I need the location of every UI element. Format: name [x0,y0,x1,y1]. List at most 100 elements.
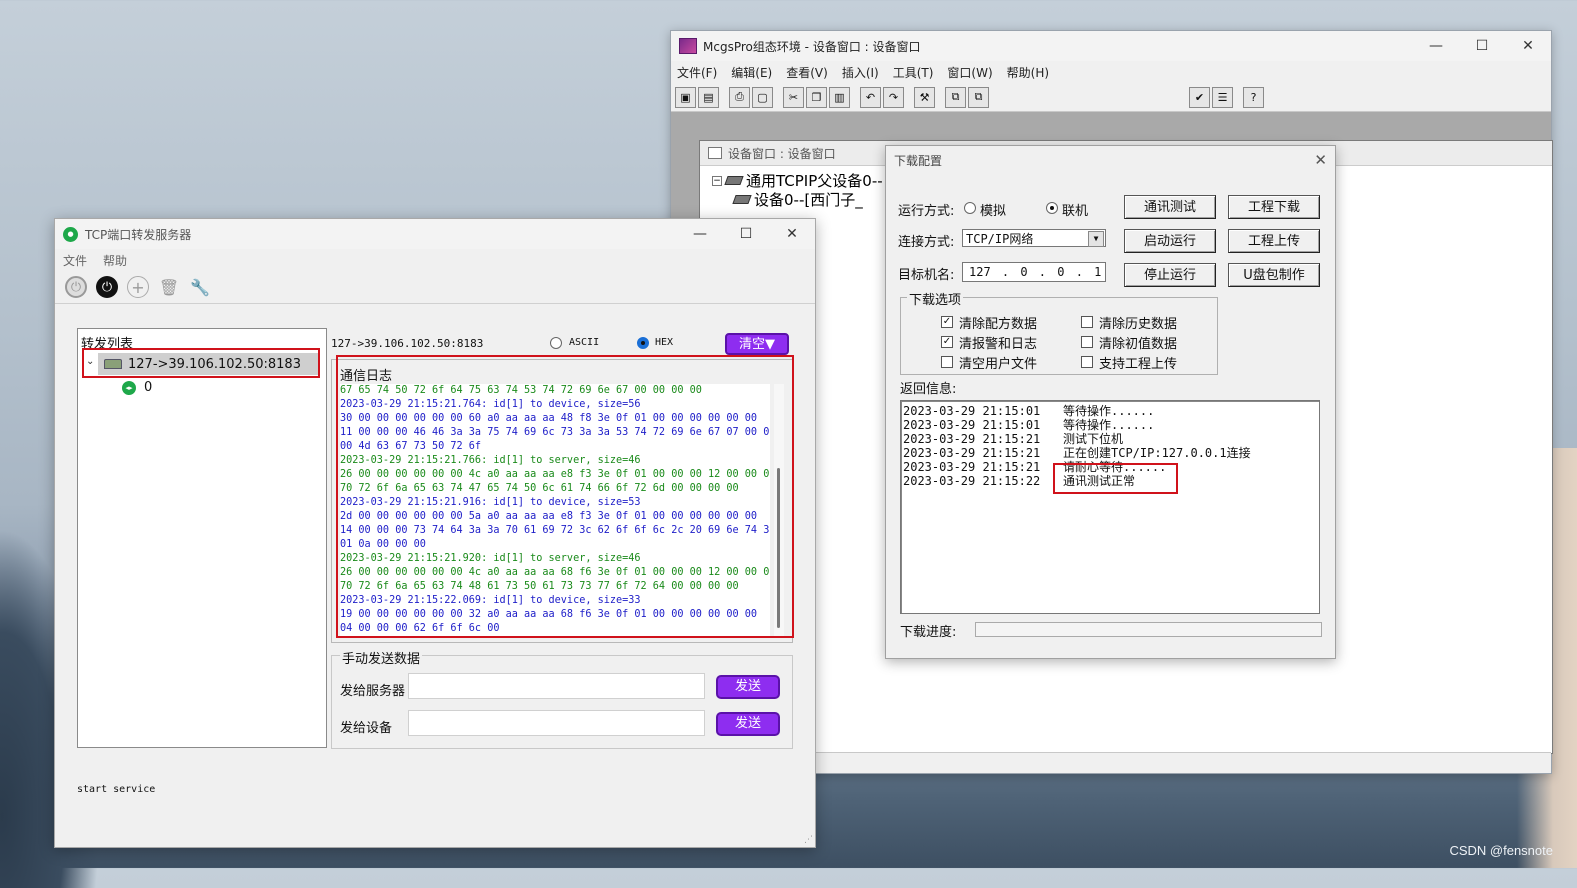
menu-edit[interactable]: 编辑(E) [731,64,772,81]
checkbox-clear-initial[interactable] [1081,336,1093,348]
project-upload-button[interactable]: 工程上传 [1228,229,1320,253]
forward-sub-item[interactable]: ◂▸ 0 [122,380,152,395]
menu-window[interactable]: 窗口(W) [947,64,992,81]
manual-send-title: 手动发送数据 [340,648,423,667]
project-download-button[interactable]: 工程下载 [1228,195,1320,219]
radio-ascii-label: ASCII [569,337,600,348]
new-window-icon[interactable]: ▣ [675,86,696,108]
checkbox-clear-history[interactable] [1081,316,1093,328]
cut-icon[interactable]: ✂ [783,86,804,108]
highlight-comm-ok [1053,463,1178,494]
resize-grip-icon[interactable]: ⋰ [804,835,813,845]
mcgs-title: McgsPro组态环境 - 设备窗口 : 设备窗口 [703,39,921,54]
menu-file[interactable]: 文件(F) [677,64,717,81]
highlight-forward-item [82,348,320,378]
usb-package-button[interactable]: U盘包制作 [1228,263,1320,287]
download-progress-label: 下载进度: [900,625,957,640]
device-icon [724,176,744,185]
wrench-icon[interactable]: 🔧 [189,276,211,298]
comm-test-button[interactable]: 通讯测试 [1124,195,1216,219]
tcp-app-icon: ● [63,226,78,242]
status-text: start service [77,784,156,795]
menu-help[interactable]: 帮助 [103,252,127,269]
mcgs-titlebar[interactable]: McgsPro组态环境 - 设备窗口 : 设备窗口 — ☐ ✕ [671,31,1551,61]
checkbox-clear-alarm[interactable]: ✓ [941,336,953,348]
start-run-button[interactable]: 启动运行 [1124,229,1216,253]
close-icon[interactable]: ✕ [1505,31,1551,61]
window-icon [708,147,722,159]
redo-icon[interactable]: ↷ [883,86,904,108]
radio-online-label: 联机 [1062,204,1089,219]
checkbox-clear-recipe[interactable]: ✓ [941,316,953,328]
device-tree: − 通用TCPIP父设备0-- 设备0--[西门子_ [712,171,883,209]
radio-hex[interactable] [637,337,649,349]
undo-icon[interactable]: ↶ [860,86,881,108]
check-icon[interactable]: ✔ [1189,86,1210,108]
copy-icon[interactable]: ❐ [806,86,827,108]
menu-file[interactable]: 文件 [63,252,87,269]
close-icon[interactable]: ✕ [1314,151,1327,169]
tree-child-device[interactable]: 设备0--[西门子_ [712,190,883,209]
close-icon[interactable]: ✕ [769,219,815,249]
radio-hex-label: HEX [655,337,674,348]
target-label: 目标机名: [898,268,955,283]
return-info-box[interactable]: 2023-03-29 21:15:01 等待操作...... 2023-03-29… [900,400,1320,614]
minimize-icon[interactable]: — [677,219,723,249]
download-config-dialog: 下载配置 ✕ 运行方式: 模拟 联机 连接方式: TCP/IP网络 ▼ 目标机名:… [885,145,1336,659]
clear-button[interactable]: 清空▼ [725,333,789,355]
save-icon[interactable]: ▤ [698,86,719,108]
print-preview-icon[interactable]: ▢ [752,86,773,108]
stop-run-button[interactable]: 停止运行 [1124,263,1216,287]
checkbox-clear-initial-label: 清除初值数据 [1099,337,1178,352]
dropdown-arrow-icon[interactable]: ▼ [1088,231,1104,247]
tcp-menubar: 文件 帮助 [55,249,815,271]
radio-online[interactable] [1046,202,1058,214]
tcp-forward-window: ● TCP端口转发服务器 — ☐ ✕ 文件 帮助 ⏻ ⏻ + 🗑 🔧 转发列表 … [54,218,816,848]
send-server-button[interactable]: 发送 [716,675,780,699]
send-device-input[interactable] [408,710,705,736]
send-server-input[interactable] [408,673,705,699]
download-options-title: 下载选项 [907,289,964,308]
menu-help[interactable]: 帮助(H) [1007,64,1049,81]
radio-simulate[interactable] [964,202,976,214]
run-mode-label: 运行方式: [898,204,955,219]
radio-ascii[interactable] [550,337,562,349]
checkbox-clear-user-files[interactable] [941,356,953,368]
add-icon[interactable]: + [127,276,149,298]
target-ip-field[interactable]: 127 . 0 . 0 . 1 [962,262,1106,282]
menu-tools[interactable]: 工具(T) [893,64,934,81]
tree-parent-device[interactable]: − 通用TCPIP父设备0-- [712,171,883,190]
radio-simulate-label: 模拟 [980,204,1007,219]
checkbox-support-upload[interactable] [1081,356,1093,368]
paste-icon[interactable]: ▥ [829,86,850,108]
collapse-icon[interactable]: − [712,175,722,186]
list-icon[interactable]: ☰ [1212,86,1233,108]
checkbox-clear-user-files-label: 清空用户文件 [959,357,1038,372]
print-icon[interactable]: ⎙ [729,86,750,108]
maximize-icon[interactable]: ☐ [723,219,769,249]
connection-icon: ◂▸ [122,380,136,395]
mcgs-menubar: 文件(F) 编辑(E) 查看(V) 插入(I) 工具(T) 窗口(W) 帮助(H… [671,61,1551,83]
dialog-title: 下载配置 [894,153,943,168]
mcgs-toolbar: ▣ ▤ ⎙ ▢ ✂ ❐ ▥ ↶ ↷ ⚒ ⧉ ⧉ ✔ ☰ ? [671,83,1551,112]
maximize-icon[interactable]: ☐ [1459,31,1505,61]
send-server-label: 发给服务器 [340,684,406,699]
help-icon[interactable]: ? [1243,86,1264,108]
window-tile-icon[interactable]: ⧉ [945,86,966,108]
trash-icon[interactable]: 🗑 [158,276,180,298]
send-device-button[interactable]: 发送 [716,712,780,736]
menu-insert[interactable]: 插入(I) [842,64,879,81]
window-cascade-icon[interactable]: ⧉ [968,86,989,108]
tcp-toolbar: ⏻ ⏻ + 🗑 🔧 [55,271,815,304]
send-device-label: 发给设备 [340,721,393,736]
power-off-icon[interactable]: ⏻ [65,276,87,298]
tcp-titlebar[interactable]: ● TCP端口转发服务器 — ☐ ✕ [55,219,815,249]
checkbox-clear-recipe-label: 清除配方数据 [959,317,1038,332]
mcgs-app-icon [679,38,697,54]
power-on-icon[interactable]: ⏻ [96,276,118,298]
tools-icon[interactable]: ⚒ [914,86,935,108]
minimize-icon[interactable]: — [1413,31,1459,61]
dialog-titlebar[interactable]: 下载配置 [886,146,1335,174]
menu-view[interactable]: 查看(V) [786,64,828,81]
connect-select[interactable]: TCP/IP网络 ▼ [962,229,1106,247]
